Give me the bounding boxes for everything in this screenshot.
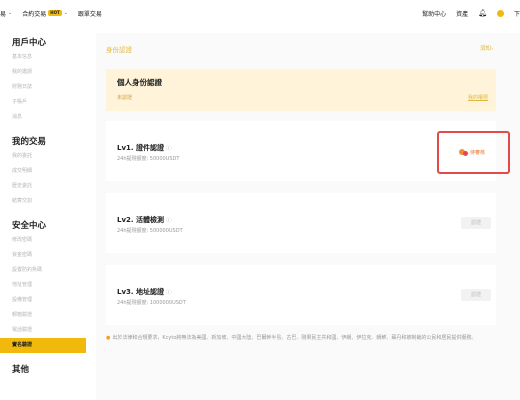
sidebar-item[interactable]: 地址管理 [12,278,86,293]
bell-icon[interactable]: 🔔︎ [478,9,487,17]
sidebar: 用戶中心基本信息 我的邀請 財務日誌 子賬戶 消息我的交易我的委託 成交明細 歷史委託 結算交… [0,26,86,400]
assets-link[interactable]: 資產 [456,9,468,18]
sidebar-item[interactable]: 修改密碼 [12,233,86,248]
download-link[interactable]: 下 [514,9,520,18]
nav-item-copy-trading[interactable]: 跟單交易 [78,9,102,18]
nav-item-spot[interactable]: 易 ⌄ [0,9,12,18]
sidebar-item[interactable]: 設置防釣魚碼 [12,263,86,278]
pending-review-highlight: 待審核 [437,131,510,174]
topbar-right: 幫助中心 資產 🔔︎ 下 [412,0,520,26]
sidebar-group: 用戶中心基本信息 我的邀請 財務日誌 子賬戶 消息 [0,36,86,125]
level-limit: 24h提現額度: 1000000USDT [117,300,186,306]
sidebar-item[interactable]: 我的邀請 [12,65,86,80]
level-card-lv2: Lv2. 活體檢測 ⓘ 24h提現額度: 500000USDT 認證 [106,193,496,253]
sidebar-item[interactable]: 郵箱驗證 [12,308,86,323]
sidebar-group-title: 其他 [12,365,30,375]
top-navigation-bar: 易 ⌄ 合約交易 HOT ⌄ 跟單交易 幫助中心 資產 🔔︎ 下 [0,0,520,26]
help-link[interactable]: 須知› [480,44,493,52]
sidebar-item[interactable]: 設備管理 [12,293,86,308]
level-title: Lv1. 證件認證 ⓘ [117,144,172,152]
pending-review-status[interactable]: 待審核 [459,148,485,156]
sidebar-group-title: 我的交易 [12,137,47,147]
main-panel: 身份認證 須知› 個人身份認證 未認證 我的權限 Lv1. 證件認證 ⓘ 24h提… [96,33,520,400]
sidebar-group-title: 安全中心 [12,221,47,231]
level-limit: 24h提現額度: 50000USDT [117,156,180,162]
info-icon[interactable]: ⓘ [166,290,172,296]
chevron-down-icon: ⌄ [63,10,68,16]
sidebar-item[interactable]: 子賬戶 [12,95,86,110]
nav-item-futures[interactable]: 合約交易 HOT ⌄ [22,9,68,18]
sidebar-item[interactable]: 財務日誌 [12,80,86,95]
pending-review-label: 待審核 [470,149,486,156]
user-pending-icon [459,148,468,156]
sidebar-group: 我的交易我的委託 成交明細 歷史委託 結算交割 [0,135,86,209]
sidebar-item[interactable]: 結算交割 [12,194,86,209]
info-icon[interactable]: ⓘ [166,146,172,152]
level-limit: 24h提現額度: 500000USDT [117,228,183,234]
location-pin-icon: ● [106,335,111,341]
avatar[interactable] [496,9,504,17]
sidebar-item[interactable]: 電話驗證 [12,323,86,338]
sidebar-item[interactable]: 消息 [12,110,86,125]
nav-item-label: 合約交易 [22,10,47,18]
hot-badge: HOT [48,10,62,16]
identity-title: 個人身份認證 [117,78,162,87]
my-permissions-link[interactable]: 我的權限 [468,94,488,101]
sidebar-item[interactable]: 我的委託 [12,149,86,164]
notice-text: 出於法律和合規要求，Kcyto將無法為美國、新加坡、中國大陸、巴爾幹半島、古巴、… [112,335,477,341]
nav-item-label: 跟單交易 [77,10,102,18]
sidebar-item[interactable]: 實名驗證 [0,338,86,353]
help-center-link[interactable]: 幫助中心 [422,9,446,18]
level-card-lv3: Lv3. 地址認證 ⓘ 24h提現額度: 1000000USDT 認證 [106,265,496,325]
nav-item-label: 易 [0,10,7,18]
sidebar-group-title: 用戶中心 [12,38,47,48]
level-title: Lv2. 活體檢測 ⓘ [117,216,172,224]
info-icon[interactable]: ⓘ [166,218,172,224]
verify-button[interactable]: 認證 [461,217,491,229]
level-title: Lv3. 地址認證 ⓘ [117,288,172,296]
compliance-notice: ● 出於法律和合規要求，Kcyto將無法為美國、新加坡、中國大陸、巴爾幹半島、古巴… [106,334,511,342]
chevron-down-icon: ⌄ [8,10,13,16]
page-header: 身份認證 須知› [96,33,520,61]
identity-status-card: 個人身份認證 未認證 我的權限 [106,69,496,111]
sidebar-group: 安全中心修改密碼 資金密碼 設置防釣魚碼 地址管理 設備管理 郵箱驗證 電話驗證 實名驗證 [0,219,86,353]
sidebar-item[interactable]: 成交明細 [12,164,86,179]
page-title: 身份認證 [106,46,132,54]
sidebar-item[interactable]: 歷史委託 [12,179,86,194]
sidebar-item[interactable]: 資金密碼 [12,248,86,263]
main-nav: 易 ⌄ 合約交易 HOT ⌄ 跟單交易 [0,9,112,18]
sidebar-group: 其他 [0,363,86,377]
identity-status: 未認證 [117,95,133,101]
verify-button[interactable]: 認證 [461,289,491,301]
sidebar-item[interactable]: 基本信息 [12,50,86,65]
